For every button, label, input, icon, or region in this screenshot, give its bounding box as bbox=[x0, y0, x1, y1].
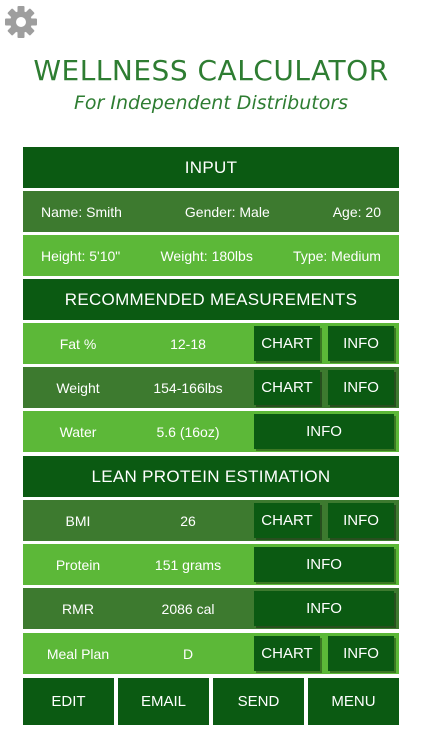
water-row: Water 5.6 (16oz) INFO bbox=[23, 411, 399, 452]
bmi-label: BMI bbox=[65, 512, 91, 529]
input-row-body[interactable]: Height: 5'10" Weight: 180lbs Type: Mediu… bbox=[23, 235, 399, 276]
meal-plan-label: Meal Plan bbox=[46, 645, 110, 662]
fat-chart-button[interactable]: CHART bbox=[254, 326, 320, 361]
meal-plan-row: Meal Plan D CHART INFO bbox=[23, 633, 399, 674]
name-field[interactable]: Name: Smith bbox=[41, 204, 122, 220]
water-value: 5.6 (16oz) bbox=[156, 423, 220, 440]
bmi-info-button[interactable]: INFO bbox=[328, 503, 394, 538]
protein-row: Protein 151 grams INFO bbox=[23, 544, 399, 585]
weight-field[interactable]: Weight: 180lbs bbox=[160, 248, 252, 264]
water-info-button[interactable]: INFO bbox=[254, 414, 394, 449]
type-field[interactable]: Type: Medium bbox=[293, 248, 381, 264]
input-row-personal[interactable]: Name: Smith Gender: Male Age: 20 bbox=[23, 191, 399, 232]
rmr-info-button[interactable]: INFO bbox=[254, 591, 394, 626]
fat-row: Fat % 12-18 CHART INFO bbox=[23, 323, 399, 364]
protein-value: 151 grams bbox=[154, 556, 222, 573]
height-field[interactable]: Height: 5'10" bbox=[41, 248, 120, 264]
fat-info-button[interactable]: INFO bbox=[328, 326, 394, 361]
email-button[interactable]: EMAIL bbox=[118, 678, 209, 725]
input-header-label: INPUT bbox=[184, 157, 238, 177]
protein-header: LEAN PROTEIN ESTIMATION bbox=[23, 456, 399, 497]
age-field[interactable]: Age: 20 bbox=[333, 204, 381, 220]
rmr-label: RMR bbox=[62, 600, 94, 617]
app-subtitle: For Independent Distributors bbox=[73, 92, 349, 114]
weight-info-button[interactable]: INFO bbox=[328, 370, 394, 405]
bmi-row: BMI 26 CHART INFO bbox=[23, 500, 399, 541]
rmr-value: 2086 cal bbox=[161, 600, 215, 617]
fat-label: Fat % bbox=[59, 335, 97, 352]
gear-icon[interactable] bbox=[4, 5, 38, 39]
gender-field[interactable]: Gender: Male bbox=[185, 204, 270, 220]
menu-button[interactable]: MENU bbox=[308, 678, 399, 725]
weight-label: Weight bbox=[56, 379, 100, 396]
rmr-row: RMR 2086 cal INFO bbox=[23, 588, 399, 629]
edit-button[interactable]: EDIT bbox=[23, 678, 114, 725]
recommended-header: RECOMMENDED MEASUREMENTS bbox=[23, 279, 399, 320]
bmi-chart-button[interactable]: CHART bbox=[254, 503, 320, 538]
protein-label: Protein bbox=[55, 556, 101, 573]
input-header: INPUT bbox=[23, 147, 399, 188]
fat-value: 12-18 bbox=[170, 335, 206, 352]
meal-plan-chart-button[interactable]: CHART bbox=[254, 636, 320, 671]
weight-chart-button[interactable]: CHART bbox=[254, 370, 320, 405]
protein-info-button[interactable]: INFO bbox=[254, 547, 394, 582]
recommended-header-label: RECOMMENDED MEASUREMENTS bbox=[64, 289, 358, 309]
send-button[interactable]: SEND bbox=[213, 678, 304, 725]
meal-plan-info-button[interactable]: INFO bbox=[328, 636, 394, 671]
weight-value: 154-166lbs bbox=[153, 379, 223, 396]
protein-header-label: LEAN PROTEIN ESTIMATION bbox=[91, 466, 331, 486]
water-label: Water bbox=[59, 423, 97, 440]
app-title: WELLNESS CALCULATOR bbox=[33, 54, 389, 87]
weight-row: Weight 154-166lbs CHART INFO bbox=[23, 367, 399, 408]
meal-plan-value: D bbox=[182, 645, 194, 662]
bmi-value: 26 bbox=[180, 512, 196, 529]
